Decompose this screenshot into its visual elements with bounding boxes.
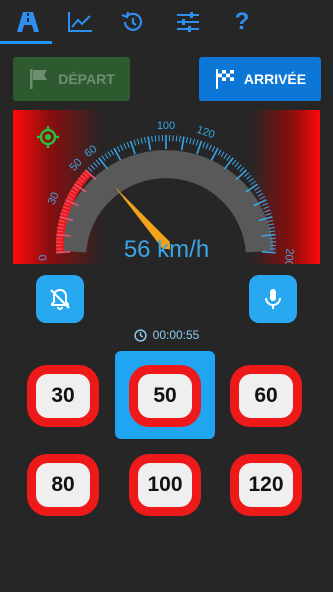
gauge-tick <box>175 135 178 142</box>
clock-icon <box>134 328 147 342</box>
limit-value: 100 <box>138 463 192 507</box>
limit-sign-30[interactable]: 30 <box>27 365 99 427</box>
limit-sign-50[interactable]: 50 <box>129 365 201 427</box>
gauge-tick <box>154 135 157 142</box>
tab-statistics[interactable] <box>52 0 108 44</box>
history-icon <box>121 11 143 31</box>
trip-timer: 00:00:55 <box>0 328 333 342</box>
tab-history[interactable] <box>104 0 160 44</box>
voice-button[interactable] <box>249 275 297 323</box>
microphone-icon <box>265 289 281 309</box>
road-icon <box>17 12 39 32</box>
limit-sign-60[interactable]: 60 <box>230 365 302 427</box>
limit-sign-120[interactable]: 120 <box>230 454 302 516</box>
chart-icon <box>68 12 92 32</box>
gauge-tick-label: 100 <box>157 120 175 132</box>
arrivee-label: ARRIVÉE <box>243 71 307 87</box>
checkered-flag-icon <box>215 69 234 89</box>
limit-value: 80 <box>36 463 90 507</box>
depart-button[interactable]: DÉPART <box>13 57 130 101</box>
limit-value: 120 <box>239 463 293 507</box>
active-tab-indicator <box>0 41 52 44</box>
tab-settings[interactable] <box>160 0 216 44</box>
limit-value: 30 <box>36 374 90 418</box>
flag-icon <box>30 69 48 89</box>
tab-help[interactable]: ? <box>214 0 270 44</box>
speed-readout: 56 km/h <box>123 236 210 263</box>
mute-alert-button[interactable] <box>36 275 84 323</box>
bell-off-icon <box>50 288 70 310</box>
limit-value: 60 <box>239 374 293 418</box>
arrivee-button[interactable]: ARRIVÉE <box>199 57 321 101</box>
help-icon: ? <box>234 8 250 35</box>
limit-value: 50 <box>138 374 192 418</box>
timer-value: 00:00:55 <box>152 328 200 342</box>
limit-sign-100[interactable]: 100 <box>129 454 201 516</box>
settings-sliders-icon <box>177 12 199 32</box>
depart-label: DÉPART <box>58 71 115 87</box>
limit-sign-80[interactable]: 80 <box>27 454 99 516</box>
tab-road[interactable] <box>0 0 56 44</box>
top-tab-bar: ? <box>0 0 333 44</box>
gps-target-icon[interactable] <box>36 125 60 149</box>
